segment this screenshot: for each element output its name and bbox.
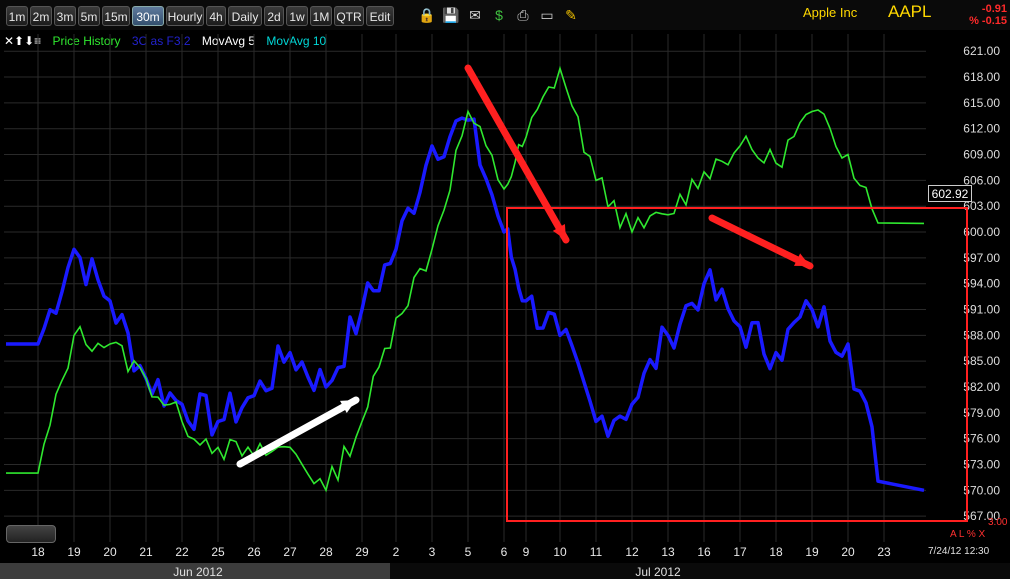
interval-button-30m[interactable]: 30m (132, 6, 164, 26)
x-tick-label: 23 (877, 545, 891, 559)
y-tick-label: 591.00 (963, 303, 1000, 317)
white-arrow-up (236, 396, 360, 468)
x-tick-label: 20 (841, 545, 855, 559)
price-change-percent: % -0.15 (969, 15, 1007, 27)
y-tick-label: 612.00 (963, 122, 1000, 136)
price-change: -0.91 % -0.15 (969, 3, 1007, 27)
interval-button-edit[interactable]: Edit (366, 6, 394, 26)
ticker-symbol[interactable]: AAPL (888, 2, 931, 22)
month-label: Jun 2012 (173, 565, 223, 579)
dollar-icon[interactable]: $ (490, 6, 508, 24)
x-tick-label: 18 (769, 545, 783, 559)
x-tick-label: 29 (355, 545, 369, 559)
y-tick-label: 615.00 (963, 96, 1000, 110)
scale-controls[interactable]: A L % X (950, 529, 986, 540)
pencil-icon[interactable]: ✎ (562, 6, 580, 24)
x-tick-label: 3 (429, 545, 436, 559)
interval-button-1m[interactable]: 1M (310, 6, 332, 26)
y-tick-label: 582.00 (963, 380, 1000, 394)
x-tick-label: 19 (805, 545, 819, 559)
x-tick-label: 13 (661, 545, 675, 559)
interval-button-5m[interactable]: 5m (78, 6, 100, 26)
x-tick-label: 11 (590, 545, 603, 559)
red-arrow-down (464, 64, 570, 244)
interval-button-daily[interactable]: Daily (228, 6, 262, 26)
y-tick-label: 618.00 (963, 70, 1000, 84)
x-tick-label: 25 (211, 545, 225, 559)
x-tick-label: 6 (501, 545, 508, 559)
interval-button-1w[interactable]: 1w (286, 6, 308, 26)
y-tick-label: 594.00 (963, 277, 1000, 291)
x-tick-label: 12 (625, 545, 639, 559)
interval-button-hourly[interactable]: Hourly (166, 6, 204, 26)
y-tick-label: 576.00 (963, 432, 1000, 446)
last-price-tag: 602.92 (928, 185, 972, 202)
toolbar: 1m 2m 3m 5m 15m 30m Hourly 4h Daily 2d 1w 1M QTR Edit… (0, 0, 1010, 30)
y-tick-label: 573.00 (963, 458, 1000, 472)
x-tick-label: 5 (465, 545, 472, 559)
x-tick-label: 20 (103, 545, 117, 559)
x-tick-label: 17 (733, 545, 747, 559)
x-tick-label: 21 (139, 545, 153, 559)
timestamp-label: 7/24/12 12:30 (928, 546, 990, 557)
y-tick-label: 597.00 (963, 251, 1000, 265)
y-tick-label: 570.00 (963, 483, 1000, 497)
interval-button-2d[interactable]: 2d (264, 6, 284, 26)
y-tick-label: 609.00 (963, 148, 1000, 162)
series-price-line (6, 65, 925, 493)
x-tick-label: 18 (31, 545, 45, 559)
x-tick-label: 19 (67, 545, 81, 559)
card-icon[interactable]: ▭ (538, 6, 556, 24)
interval-button-15m[interactable]: 15m (102, 6, 130, 26)
scale-min-label: 3.00 (988, 517, 1008, 528)
interval-button-3m[interactable]: 3m (54, 6, 76, 26)
interval-button-2m[interactable]: 2m (30, 6, 52, 26)
x-tick-label: 26 (247, 545, 261, 559)
company-name: Apple Inc (803, 5, 858, 20)
y-tick-label: 621.00 (963, 44, 1000, 58)
x-tick-label: 9 (523, 545, 530, 559)
price-change-value: -0.91 (981, 3, 1007, 15)
interval-button-qtr[interactable]: QTR (334, 6, 364, 26)
x-tick-label: 10 (553, 545, 567, 559)
x-tick-label: 28 (319, 545, 333, 559)
red-arrow-right (708, 214, 814, 270)
x-tick-label: 27 (283, 545, 297, 559)
y-tick-label: 579.00 (963, 406, 1000, 420)
y-tick-label: 588.00 (963, 328, 1000, 342)
price-chart[interactable]: 621.00618.00615.00612.00609.00606.00603.… (0, 30, 1010, 579)
interval-button-4h[interactable]: 4h (206, 6, 226, 26)
series-3c-line (6, 116, 925, 493)
x-tick-label: 22 (175, 545, 189, 559)
interval-button-1m[interactable]: 1m (6, 6, 28, 26)
x-tick-label: 16 (697, 545, 711, 559)
month-label: Jul 2012 (635, 565, 681, 579)
mail-icon[interactable]: ✉ (466, 6, 484, 24)
lock-icon[interactable]: 🔒 (418, 6, 436, 24)
y-tick-label: 585.00 (963, 354, 1000, 368)
y-tick-label: 600.00 (963, 225, 1000, 239)
save-icon[interactable]: 💾 (442, 6, 460, 24)
month-band-jul (390, 563, 1010, 579)
scroll-handle[interactable] (6, 525, 56, 543)
print-icon[interactable]: ⎙ (514, 6, 532, 24)
x-tick-label: 2 (393, 545, 400, 559)
divergence-box (506, 207, 968, 522)
